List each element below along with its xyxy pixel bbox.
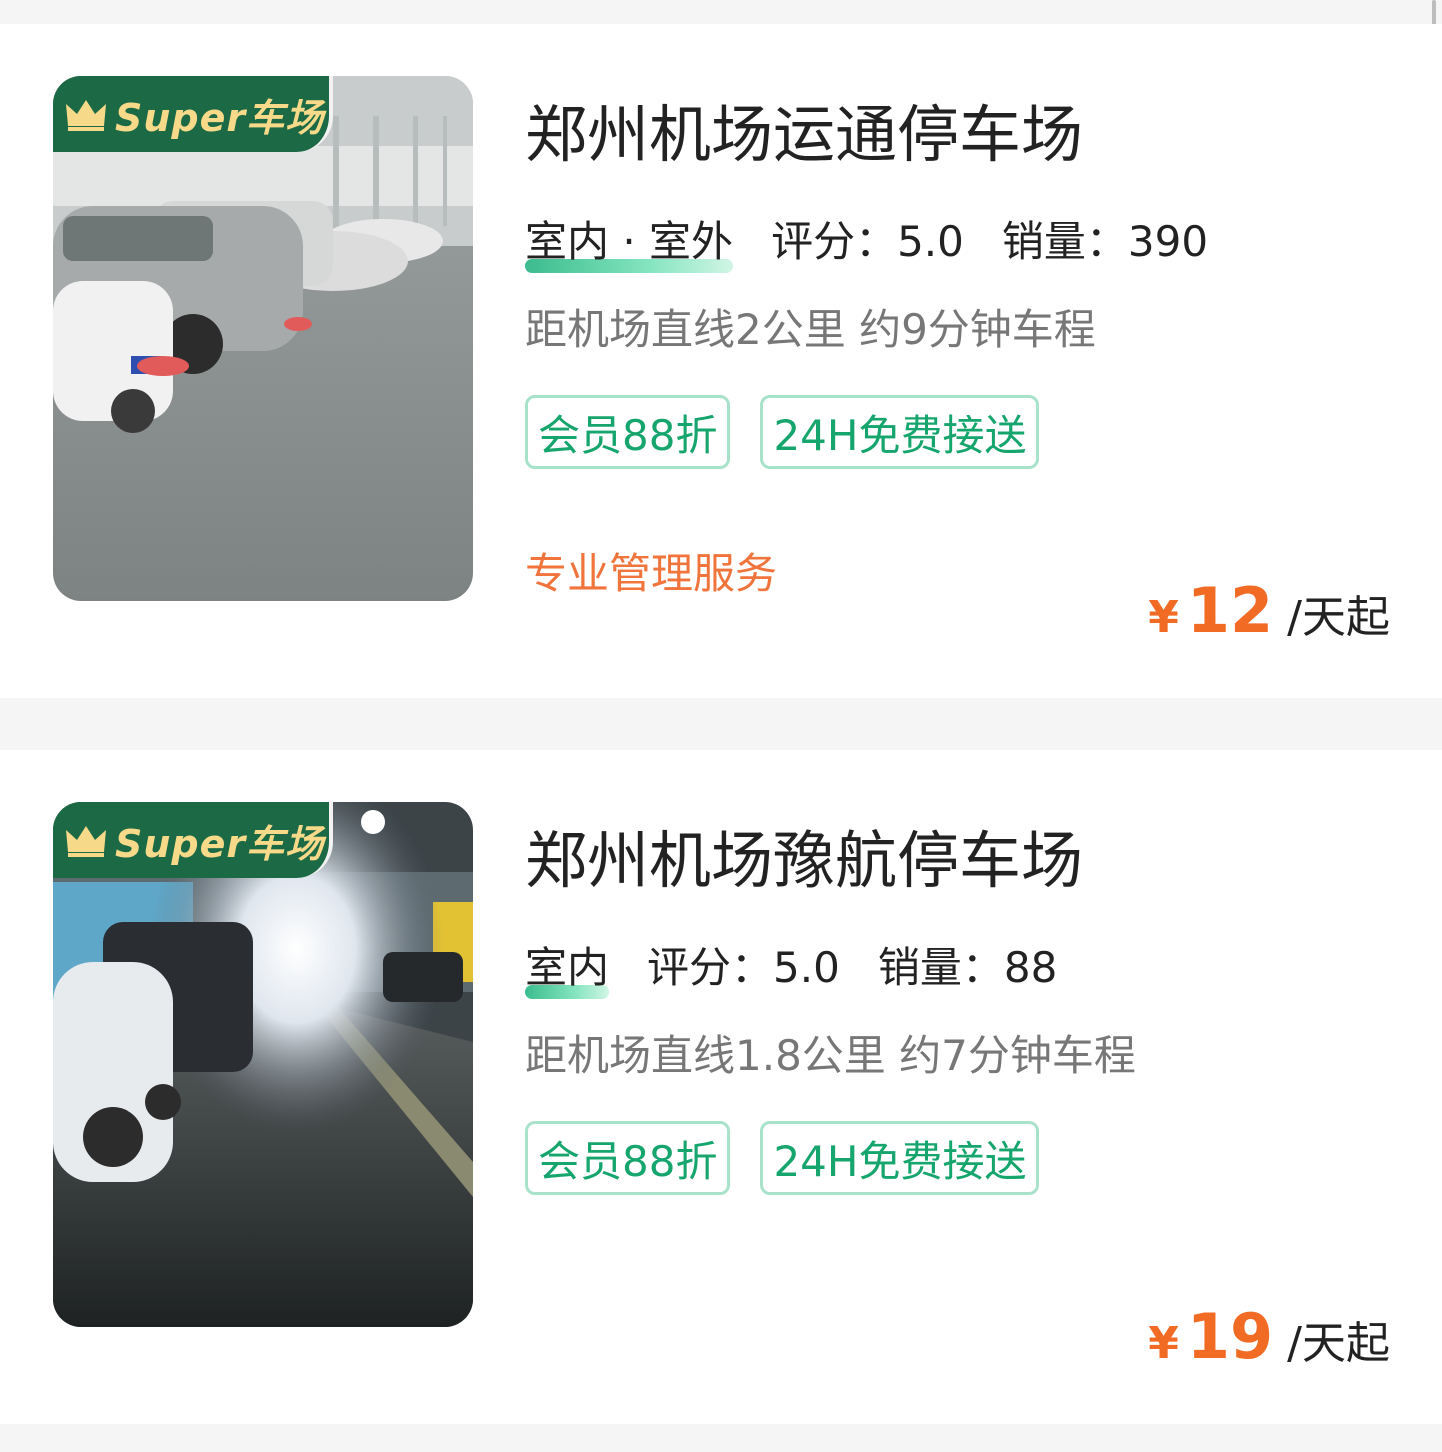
feature-tag: 会员88折 xyxy=(525,1121,731,1195)
rating-value: 5.0 xyxy=(773,942,840,992)
parking-lot-name[interactable]: 郑州机场运通停车场 xyxy=(525,84,1083,174)
feature-tag: 24H免费接送 xyxy=(760,395,1040,469)
super-parking-badge: Super车场 xyxy=(53,76,333,152)
currency-symbol: ¥ xyxy=(1148,592,1179,643)
distance-info: 距机场直线1.8公里 约7分钟车程 xyxy=(525,1031,1136,1080)
parking-lot-photo[interactable]: Super车场 xyxy=(53,76,473,601)
listing-meta: 室内 · 室外 评分：5.0 销量：390 xyxy=(525,208,1246,273)
crown-icon xyxy=(66,826,106,857)
price-unit: /天起 xyxy=(1287,592,1390,643)
price: ¥ 12 /天起 xyxy=(1148,574,1390,647)
parking-lot-photo-image xyxy=(53,76,473,601)
feature-tag: 会员88折 xyxy=(525,395,731,469)
parking-listing-card[interactable]: Super车场 郑州机场运通停车场 室内 · 室外 评分：5.0 销量：390 … xyxy=(0,24,1442,698)
sales: 销量：88 xyxy=(878,934,1057,995)
sales: 销量：390 xyxy=(1002,208,1208,269)
listing-meta: 室内 评分：5.0 销量：88 xyxy=(525,934,1095,999)
sales-value: 88 xyxy=(1003,942,1058,992)
location-type: 室内 xyxy=(525,934,610,999)
location-type-label: 室内 xyxy=(525,942,610,992)
price: ¥ 19 /天起 xyxy=(1148,1300,1390,1373)
feature-tags: 会员88折 24H免费接送 xyxy=(525,395,1069,469)
feature-tag: 24H免费接送 xyxy=(760,1121,1040,1195)
rating: 评分：5.0 xyxy=(771,208,964,269)
rating-label: 评分： xyxy=(771,216,898,266)
price-unit: /天起 xyxy=(1287,1318,1390,1369)
super-parking-badge: Super车场 xyxy=(53,802,333,878)
service-note: 专业管理服务 xyxy=(525,549,778,598)
parking-lot-photo[interactable]: Super车场 xyxy=(53,802,473,1327)
crown-icon xyxy=(66,100,106,131)
price-amount: 12 xyxy=(1186,574,1274,647)
location-type-label: 室内 · 室外 xyxy=(525,216,734,266)
rating-label: 评分： xyxy=(647,942,774,992)
price-amount: 19 xyxy=(1186,1300,1274,1373)
parking-listing-card[interactable]: Super车场 郑州机场豫航停车场 室内 评分：5.0 销量：88 距机场直线1… xyxy=(0,750,1442,1424)
badge-label: Super车场 xyxy=(115,821,325,866)
distance-info: 距机场直线2公里 约9分钟车程 xyxy=(525,305,1096,354)
rating-value: 5.0 xyxy=(897,216,964,266)
sales-label: 销量： xyxy=(877,942,1004,992)
rating: 评分：5.0 xyxy=(647,934,840,995)
parking-lot-photo-image xyxy=(53,802,473,1327)
badge-label: Super车场 xyxy=(115,95,325,140)
parking-lot-name[interactable]: 郑州机场豫航停车场 xyxy=(525,810,1083,900)
sales-label: 销量： xyxy=(1001,216,1128,266)
sales-value: 390 xyxy=(1127,216,1209,266)
currency-symbol: ¥ xyxy=(1148,1318,1179,1369)
location-type: 室内 · 室外 xyxy=(525,208,734,273)
feature-tags: 会员88折 24H免费接送 xyxy=(525,1121,1069,1195)
